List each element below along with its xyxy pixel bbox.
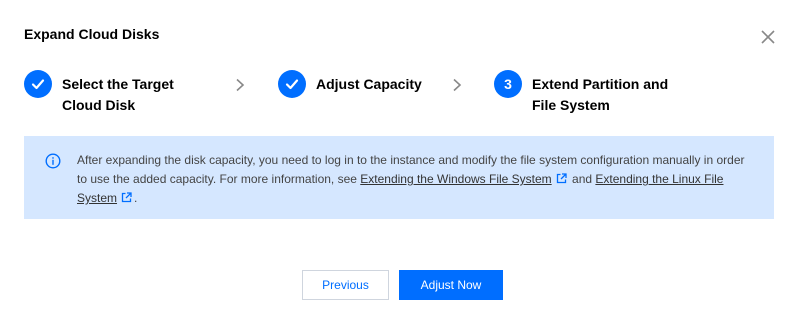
windows-fs-link[interactable]: Extending the Windows File System <box>360 172 551 186</box>
notice-text: and <box>568 172 596 186</box>
adjust-now-button[interactable]: Adjust Now <box>399 270 503 300</box>
step-adjust-capacity: Adjust Capacity <box>278 70 422 98</box>
external-link-icon[interactable] <box>556 171 567 184</box>
step-select-target: Select the Target Cloud Disk <box>24 70 174 116</box>
step-extend-partition: 3 Extend Partition and File System <box>494 70 668 116</box>
expand-cloud-disks-dialog: Expand Cloud Disks Select the Target Clo… <box>0 0 799 325</box>
step-label: Adjust Capacity <box>316 76 422 92</box>
notice-text: . <box>134 191 138 205</box>
check-icon <box>24 70 52 98</box>
external-link-icon[interactable] <box>121 190 132 203</box>
step-label: Select the Target Cloud Disk <box>62 76 174 113</box>
dialog-title: Expand Cloud Disks <box>24 26 160 42</box>
check-icon <box>278 70 306 98</box>
step-label: Extend Partition and File System <box>532 76 669 113</box>
chevron-right-icon <box>451 78 463 92</box>
info-icon <box>45 153 61 169</box>
close-icon[interactable] <box>759 28 777 46</box>
step-number: 3 <box>494 70 522 98</box>
chevron-right-icon <box>234 78 246 92</box>
stepper: Select the Target Cloud Disk Adjust Capa… <box>24 70 774 120</box>
info-notice: After expanding the disk capacity, you n… <box>24 136 774 219</box>
previous-button[interactable]: Previous <box>302 270 389 300</box>
